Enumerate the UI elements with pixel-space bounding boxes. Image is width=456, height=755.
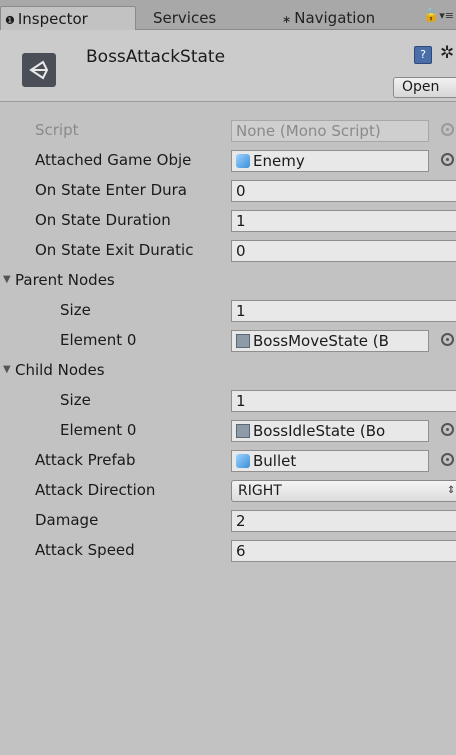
child-nodes-size-label: Size: [60, 391, 91, 409]
object-title: BossAttackState: [86, 47, 226, 67]
row-child-nodes-element-0: Element 0 BossIdleState (Bo: [0, 416, 456, 446]
tab-bar: ❶ Inspector Services ∗ Navigation 🔒▾≡: [0, 0, 456, 30]
object-picker-icon[interactable]: [441, 423, 454, 436]
damage-input[interactable]: 2: [231, 510, 456, 532]
gear-icon[interactable]: ✲: [440, 43, 454, 63]
tabbar-icons: 🔒▾≡: [423, 8, 454, 23]
scriptable-object-icon: [236, 334, 250, 348]
row-parent-nodes-element-0: Element 0 BossMoveState (B: [0, 326, 456, 356]
unity-asset-icon: [22, 53, 56, 87]
row-attached-game-object: Attached Game Obje Enemy: [0, 146, 456, 176]
child-nodes-label: Child Nodes: [15, 361, 105, 379]
child-nodes-size-input[interactable]: 1: [231, 390, 456, 412]
tab-inspector[interactable]: ❶ Inspector: [0, 6, 136, 30]
parent-nodes-label: Parent Nodes: [15, 271, 115, 289]
row-attack-direction: Attack Direction RIGHT ⇕: [0, 476, 456, 506]
parent-nodes-element-0-label: Element 0: [60, 331, 137, 349]
row-child-nodes-size: Size 1: [0, 386, 456, 416]
row-damage: Damage 2: [0, 506, 456, 536]
attack-speed-label: Attack Speed: [35, 541, 135, 559]
object-picker-icon[interactable]: [441, 153, 454, 166]
dropdown-arrows-icon: ⇕: [447, 485, 456, 496]
on-state-exit-duration-input[interactable]: 0: [231, 240, 456, 262]
parent-nodes-size-input[interactable]: 1: [231, 300, 456, 322]
attached-game-object-value: Enemy: [253, 152, 305, 170]
tab-inspector-label: Inspector: [17, 10, 88, 28]
foldout-arrow-icon[interactable]: ▼: [3, 274, 11, 285]
row-attack-speed: Attack Speed 6: [0, 536, 456, 566]
tab-services[interactable]: Services: [153, 6, 216, 30]
menu-icon[interactable]: ▾≡: [439, 9, 454, 22]
parent-nodes-element-0-value: BossMoveState (B: [253, 332, 389, 350]
row-on-state-exit-duration: On State Exit Duratic 0: [0, 236, 456, 266]
script-field: None (Mono Script): [231, 120, 429, 142]
attack-speed-input[interactable]: 6: [231, 540, 456, 562]
scriptable-object-icon: [236, 424, 250, 438]
child-nodes-element-0-label: Element 0: [60, 421, 137, 439]
open-button[interactable]: Open: [393, 77, 456, 98]
row-parent-nodes[interactable]: ▼ Parent Nodes: [0, 266, 456, 296]
help-book-icon[interactable]: ?: [414, 46, 432, 64]
parent-nodes-element-0-field[interactable]: BossMoveState (B: [231, 330, 429, 352]
row-on-state-duration: On State Duration 1: [0, 206, 456, 236]
prefab-cube-icon: [236, 154, 250, 168]
row-parent-nodes-size: Size 1: [0, 296, 456, 326]
parent-nodes-size-label: Size: [60, 301, 91, 319]
navigation-icon: ∗: [282, 13, 292, 26]
on-state-enter-duration-label: On State Enter Dura: [35, 181, 187, 199]
attached-game-object-label: Attached Game Obje: [35, 151, 192, 169]
attack-direction-label: Attack Direction: [35, 481, 156, 499]
object-header: [0, 30, 456, 102]
attack-prefab-field[interactable]: Bullet: [231, 450, 429, 472]
attack-prefab-value: Bullet: [253, 452, 297, 470]
child-nodes-element-0-value: BossIdleState (Bo: [253, 422, 386, 440]
tab-navigation-label: Navigation: [294, 9, 376, 27]
attack-direction-dropdown[interactable]: RIGHT: [231, 480, 456, 502]
tab-navigation[interactable]: ∗ Navigation: [282, 6, 375, 30]
row-child-nodes[interactable]: ▼ Child Nodes: [0, 356, 456, 386]
attack-prefab-label: Attack Prefab: [35, 451, 136, 469]
object-picker-icon[interactable]: [441, 333, 454, 346]
foldout-arrow-icon[interactable]: ▼: [3, 364, 11, 375]
on-state-duration-label: On State Duration: [35, 211, 171, 229]
row-script: Script None (Mono Script): [0, 116, 456, 146]
lock-icon[interactable]: 🔒: [423, 8, 439, 23]
object-picker-icon: [441, 123, 454, 136]
on-state-exit-duration-label: On State Exit Duratic: [35, 241, 194, 259]
tab-services-label: Services: [153, 9, 217, 27]
attached-game-object-field[interactable]: Enemy: [231, 150, 429, 172]
script-label: Script: [35, 121, 79, 139]
damage-label: Damage: [35, 511, 99, 529]
row-attack-prefab: Attack Prefab Bullet: [0, 446, 456, 476]
info-icon: ❶: [5, 14, 15, 27]
child-nodes-element-0-field[interactable]: BossIdleState (Bo: [231, 420, 429, 442]
on-state-enter-duration-input[interactable]: 0: [231, 180, 456, 202]
on-state-duration-input[interactable]: 1: [231, 210, 456, 232]
prefab-cube-icon: [236, 454, 250, 468]
row-on-state-enter-duration: On State Enter Dura 0: [0, 176, 456, 206]
object-picker-icon[interactable]: [441, 453, 454, 466]
